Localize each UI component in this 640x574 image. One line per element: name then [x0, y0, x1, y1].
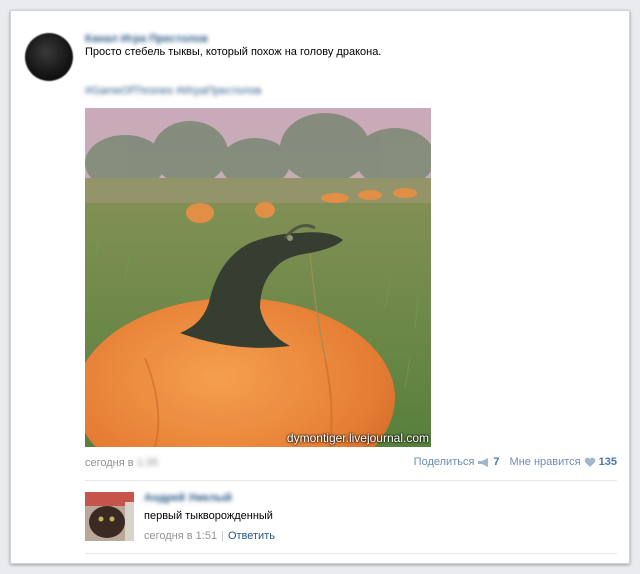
share-count: 7: [493, 456, 500, 468]
divider: [85, 553, 617, 554]
comment-text: первый тыкворожденный: [144, 510, 273, 522]
reply-link[interactable]: Ответить: [228, 530, 275, 542]
like-button[interactable]: Мне нравится 135: [510, 456, 617, 468]
pumpkin-photo-image: [85, 108, 431, 447]
post-date-time: 1:35: [136, 457, 159, 469]
author-avatar[interactable]: [25, 33, 73, 81]
comment-avatar[interactable]: [85, 492, 134, 541]
share-label: Поделиться: [413, 456, 475, 468]
photo-watermark: dymontiger.livejournal.com: [286, 431, 429, 445]
post-date-prefix: сегодня в: [85, 457, 134, 469]
heart-icon: [584, 457, 595, 467]
comment-author-link[interactable]: Андрей Умелый: [144, 492, 232, 504]
separator: |: [221, 530, 224, 542]
comment-meta: сегодня в 1:51 | Ответить: [144, 530, 275, 542]
post-card: Канал Игра Престолов Просто стебель тыкв…: [10, 10, 630, 564]
megaphone-icon: [478, 457, 489, 467]
comment-date[interactable]: сегодня в 1:51: [144, 530, 217, 542]
post-text: Просто стебель тыквы, который похож на г…: [85, 46, 382, 58]
divider: [85, 480, 617, 481]
post-hashtags[interactable]: #GameOfThrones #ИграПрестолов: [85, 85, 261, 97]
like-count: 135: [598, 456, 617, 468]
post-date[interactable]: сегодня в 1:35: [85, 457, 158, 469]
cat-avatar-image: [85, 492, 134, 541]
post-photo[interactable]: dymontiger.livejournal.com: [85, 108, 431, 447]
share-button[interactable]: Поделиться 7: [414, 456, 500, 468]
like-label: Мне нравится: [509, 456, 581, 468]
post-author-link[interactable]: Канал Игра Престолов: [85, 33, 208, 45]
post-actions: Поделиться 7 Мне нравится 135: [414, 456, 617, 468]
